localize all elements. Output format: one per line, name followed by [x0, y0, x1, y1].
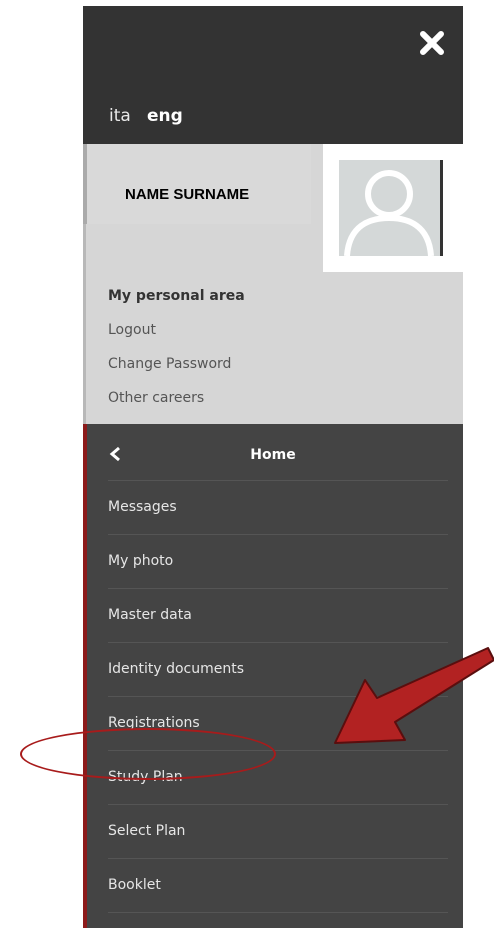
- menu-item-label: Messages: [108, 499, 177, 515]
- avatar[interactable]: [339, 160, 443, 256]
- menu-header: ita eng: [83, 6, 463, 144]
- menu-item-label: Booklet: [108, 877, 161, 893]
- menu-accent-line: [83, 424, 87, 928]
- menu-item-messages[interactable]: Messages: [108, 480, 448, 534]
- annotation-arrow-icon: [334, 647, 494, 744]
- menu-divider: [108, 912, 448, 913]
- menu-item-booklet[interactable]: Booklet: [108, 858, 448, 913]
- user-name: NAME SURNAME: [125, 186, 250, 203]
- other-careers-link[interactable]: Other careers: [108, 390, 204, 406]
- side-menu-panel: ita eng NAME SURNAME My personal area Lo…: [83, 6, 463, 928]
- language-eng[interactable]: eng: [147, 106, 183, 126]
- logout-link[interactable]: Logout: [108, 322, 156, 338]
- menu-item-label: My photo: [108, 553, 174, 569]
- change-password-link[interactable]: Change Password: [108, 356, 231, 372]
- annotation-ellipse: [20, 728, 276, 780]
- avatar-frame: [323, 144, 463, 272]
- menu-divider: [108, 804, 448, 805]
- menu-item-my-photo[interactable]: My photo: [108, 534, 448, 588]
- menu-divider: [108, 588, 448, 589]
- user-placeholder-icon: [344, 170, 434, 256]
- user-block-accent: [83, 224, 86, 424]
- menu-divider: [108, 534, 448, 535]
- menu-item-label: Select Plan: [108, 823, 186, 839]
- home-row[interactable]: Home: [83, 424, 463, 480]
- personal-area-title: My personal area: [108, 288, 245, 304]
- language-ita[interactable]: ita: [109, 106, 131, 126]
- menu-item-label: Master data: [108, 607, 192, 623]
- menu-item-label: Identity documents: [108, 661, 245, 677]
- home-label: Home: [250, 447, 296, 463]
- close-icon[interactable]: [419, 30, 445, 56]
- menu-item-select-plan[interactable]: Select Plan: [108, 804, 448, 858]
- user-name-box: NAME SURNAME: [83, 144, 311, 224]
- menu-divider: [108, 858, 448, 859]
- user-block: NAME SURNAME My personal area Logout Cha…: [83, 144, 463, 424]
- screenshot-stage: ita eng NAME SURNAME My personal area Lo…: [0, 0, 494, 928]
- menu-item-master-data[interactable]: Master data: [108, 588, 448, 642]
- menu-divider: [108, 480, 448, 481]
